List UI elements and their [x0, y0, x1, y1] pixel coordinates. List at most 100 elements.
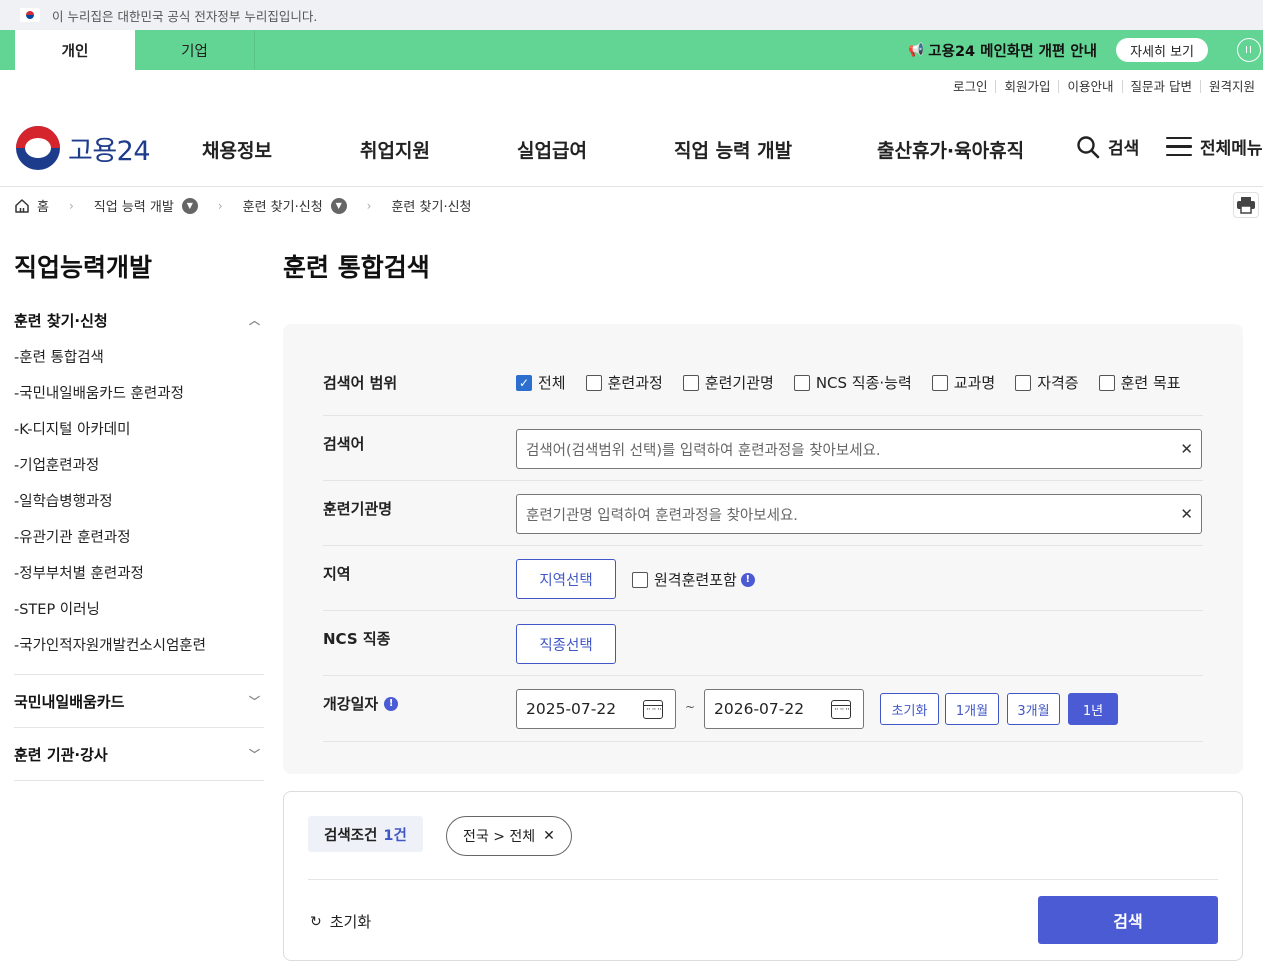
- reset-label: 초기화: [329, 913, 372, 931]
- scope-ncs-checkbox[interactable]: NCS 직종·능력: [793, 372, 912, 393]
- side-item-related-agencies[interactable]: -유관기관 훈련과정: [14, 518, 264, 554]
- chevron-down-icon[interactable]: ▼: [181, 197, 198, 214]
- notice-banner[interactable]: 📢 고용24 메인화면 개편 안내: [908, 30, 1097, 70]
- scope-all-checkbox[interactable]: ✓ 전체: [516, 372, 566, 393]
- notice-text: 고용24 메인화면 개편 안내: [928, 43, 1097, 60]
- info-icon[interactable]: !: [740, 572, 755, 587]
- reset-button[interactable]: ↻ 초기화: [310, 911, 371, 932]
- gnb-item-jobs[interactable]: 채용정보: [202, 136, 272, 163]
- pause-icon[interactable]: II: [1237, 38, 1261, 62]
- login-link[interactable]: 로그인: [945, 80, 996, 93]
- side-group-label: 국민내일배움카드: [14, 692, 125, 711]
- megaphone-icon: 📢: [908, 42, 925, 58]
- condition-chip[interactable]: 전국 > 전체 ✕: [446, 816, 572, 856]
- side-nav: 훈련 찾기·신청 ︿ -훈련 통합검색 -국민내일배움카드 훈련과정 -K-디지…: [14, 302, 264, 781]
- qna-link[interactable]: 질문과 답변: [1121, 80, 1200, 93]
- print-button[interactable]: [1233, 192, 1259, 218]
- scope-institution-checkbox[interactable]: 훈련기관명: [682, 372, 774, 393]
- page-title: 훈련 통합검색: [283, 253, 430, 282]
- notice-detail-button[interactable]: 자세히 보기: [1116, 38, 1208, 62]
- condition-chip-label: 전국 > 전체: [463, 829, 536, 845]
- period-reset-button[interactable]: 초기화: [880, 693, 939, 725]
- guide-link[interactable]: 이용안내: [1058, 80, 1121, 93]
- remote-support-link[interactable]: 원격지원: [1199, 80, 1263, 93]
- chevron-up-icon: ︿: [249, 314, 260, 327]
- scope-option-label: 훈련과정: [607, 374, 663, 392]
- side-item-work-study[interactable]: -일학습병행과정: [14, 482, 264, 518]
- calendar-icon[interactable]: [831, 700, 851, 719]
- breadcrumb-level1[interactable]: 직업 능력 개발: [94, 196, 174, 215]
- gnb-search-button[interactable]: 검색: [1076, 134, 1139, 159]
- scope-certificate-checkbox[interactable]: 자격증: [1015, 372, 1079, 393]
- signup-link[interactable]: 회원가입: [995, 80, 1058, 93]
- korea-flag-icon: [20, 8, 40, 22]
- scope-option-label: 교과명: [953, 374, 996, 392]
- date-separator: ~: [685, 700, 696, 714]
- scope-subject-checkbox[interactable]: 교과명: [931, 372, 996, 393]
- side-item-step-elearning[interactable]: -STEP 이러닝: [14, 590, 264, 626]
- remote-training-label: 원격훈련포함: [654, 571, 737, 589]
- chevron-right-icon: ›: [68, 198, 74, 213]
- scope-course-checkbox[interactable]: 훈련과정: [585, 372, 663, 393]
- institution-input[interactable]: 훈련기관명 입력하여 훈련과정을 찾아보세요. ✕: [516, 494, 1202, 534]
- checkbox-icon: [585, 374, 602, 391]
- date-label-wrap: 개강일자 !: [323, 693, 399, 714]
- checkbox-checked-icon: ✓: [516, 374, 532, 391]
- ncs-label: NCS 직종: [323, 630, 391, 648]
- side-item-integrated-search[interactable]: -훈련 통합검색: [14, 338, 264, 374]
- breadcrumb-level2[interactable]: 훈련 찾기·신청: [243, 196, 323, 215]
- gnb-item-skills-development[interactable]: 직업 능력 개발: [674, 136, 792, 163]
- side-item-consortium[interactable]: -국가인적자원개발컨소시엄훈련: [14, 626, 264, 662]
- side-group-institutions[interactable]: 훈련 기관·강사 ﹀: [14, 728, 264, 780]
- side-group-training-search[interactable]: 훈련 찾기·신청 ︿: [14, 302, 264, 338]
- logo[interactable]: 고용24: [16, 126, 151, 170]
- clear-icon[interactable]: ✕: [1180, 440, 1193, 458]
- gnb-item-unemployment-benefit[interactable]: 실업급여: [517, 136, 587, 163]
- period-1year-button[interactable]: 1년: [1068, 693, 1118, 725]
- date-to-input[interactable]: 2026-07-22: [704, 689, 864, 729]
- checkbox-icon: [793, 374, 810, 391]
- remote-training-checkbox[interactable]: 원격훈련포함 !: [632, 569, 755, 590]
- keyword-row: 검색어 검색어(검색범위 선택)를 입력하여 훈련과정을 찾아보세요. ✕: [323, 416, 1203, 481]
- side-item-corporate-training[interactable]: -기업훈련과정: [14, 446, 264, 482]
- tab-corporate[interactable]: 기업: [135, 30, 255, 70]
- side-item-card-courses[interactable]: -국민내일배움카드 훈련과정: [14, 374, 264, 410]
- region-select-button[interactable]: 지역선택: [516, 559, 616, 599]
- side-item-ministries[interactable]: -정부부처별 훈련과정: [14, 554, 264, 590]
- date-to-value: 2026-07-22: [714, 700, 805, 718]
- chevron-right-icon: ›: [217, 198, 223, 213]
- search-form: 검색어 범위 ✓ 전체 훈련과정 훈련기관명 NCS 직종·능력 교과명 자격증 …: [283, 324, 1243, 774]
- date-from-input[interactable]: 2025-07-22: [516, 689, 676, 729]
- scope-option-label: 훈련 목표: [1120, 374, 1181, 392]
- chevron-down-icon: ﹀: [249, 748, 260, 761]
- search-conditions: 검색조건 1건 전국 > 전체 ✕ ↻ 초기화 검색: [283, 791, 1243, 961]
- ncs-select-button[interactable]: 직종선택: [516, 624, 616, 664]
- side-group-learning-card[interactable]: 국민내일배움카드 ﹀: [14, 675, 264, 727]
- scope-row: 검색어 범위 ✓ 전체 훈련과정 훈련기관명 NCS 직종·능력 교과명 자격증 …: [323, 348, 1203, 416]
- search-button[interactable]: 검색: [1038, 896, 1218, 944]
- gov-banner: 이 누리집은 대한민국 공식 전자정부 누리집입니다.: [0, 0, 1263, 30]
- date-row: 개강일자 ! 2025-07-22 ~ 2026-07-22 초기화 1개월 3…: [323, 676, 1203, 742]
- side-title: 직업능력개발: [14, 253, 153, 282]
- gnb-item-parental-leave[interactable]: 출산휴가·육아휴직: [877, 136, 1024, 163]
- scope-goal-checkbox[interactable]: 훈련 목표: [1098, 372, 1181, 393]
- gov-banner-text: 이 누리집은 대한민국 공식 전자정부 누리집입니다.: [52, 8, 318, 24]
- info-icon[interactable]: !: [384, 696, 399, 711]
- gnb-item-employment-support[interactable]: 취업지원: [360, 136, 430, 163]
- institution-row: 훈련기관명 훈련기관명 입력하여 훈련과정을 찾아보세요. ✕: [323, 481, 1203, 546]
- tab-personal[interactable]: 개인: [15, 30, 135, 70]
- clear-icon[interactable]: ✕: [1180, 505, 1193, 523]
- date-from-value: 2025-07-22: [526, 700, 617, 718]
- close-icon[interactable]: ✕: [543, 828, 555, 844]
- side-item-k-digital[interactable]: -K-디지털 아카데미: [14, 410, 264, 446]
- all-menu-button[interactable]: 전체메뉴: [1166, 134, 1263, 159]
- gnb-search-label: 검색: [1108, 139, 1140, 159]
- period-1month-button[interactable]: 1개월: [945, 693, 999, 725]
- keyword-input[interactable]: 검색어(검색범위 선택)를 입력하여 훈련과정을 찾아보세요. ✕: [516, 429, 1202, 469]
- chevron-right-icon: ›: [366, 198, 372, 213]
- chevron-down-icon[interactable]: ▼: [330, 197, 347, 214]
- breadcrumb-home[interactable]: 홈: [37, 196, 49, 215]
- chevron-down-icon: ﹀: [249, 695, 260, 708]
- calendar-icon[interactable]: [643, 700, 663, 719]
- period-3month-button[interactable]: 3개월: [1007, 693, 1060, 725]
